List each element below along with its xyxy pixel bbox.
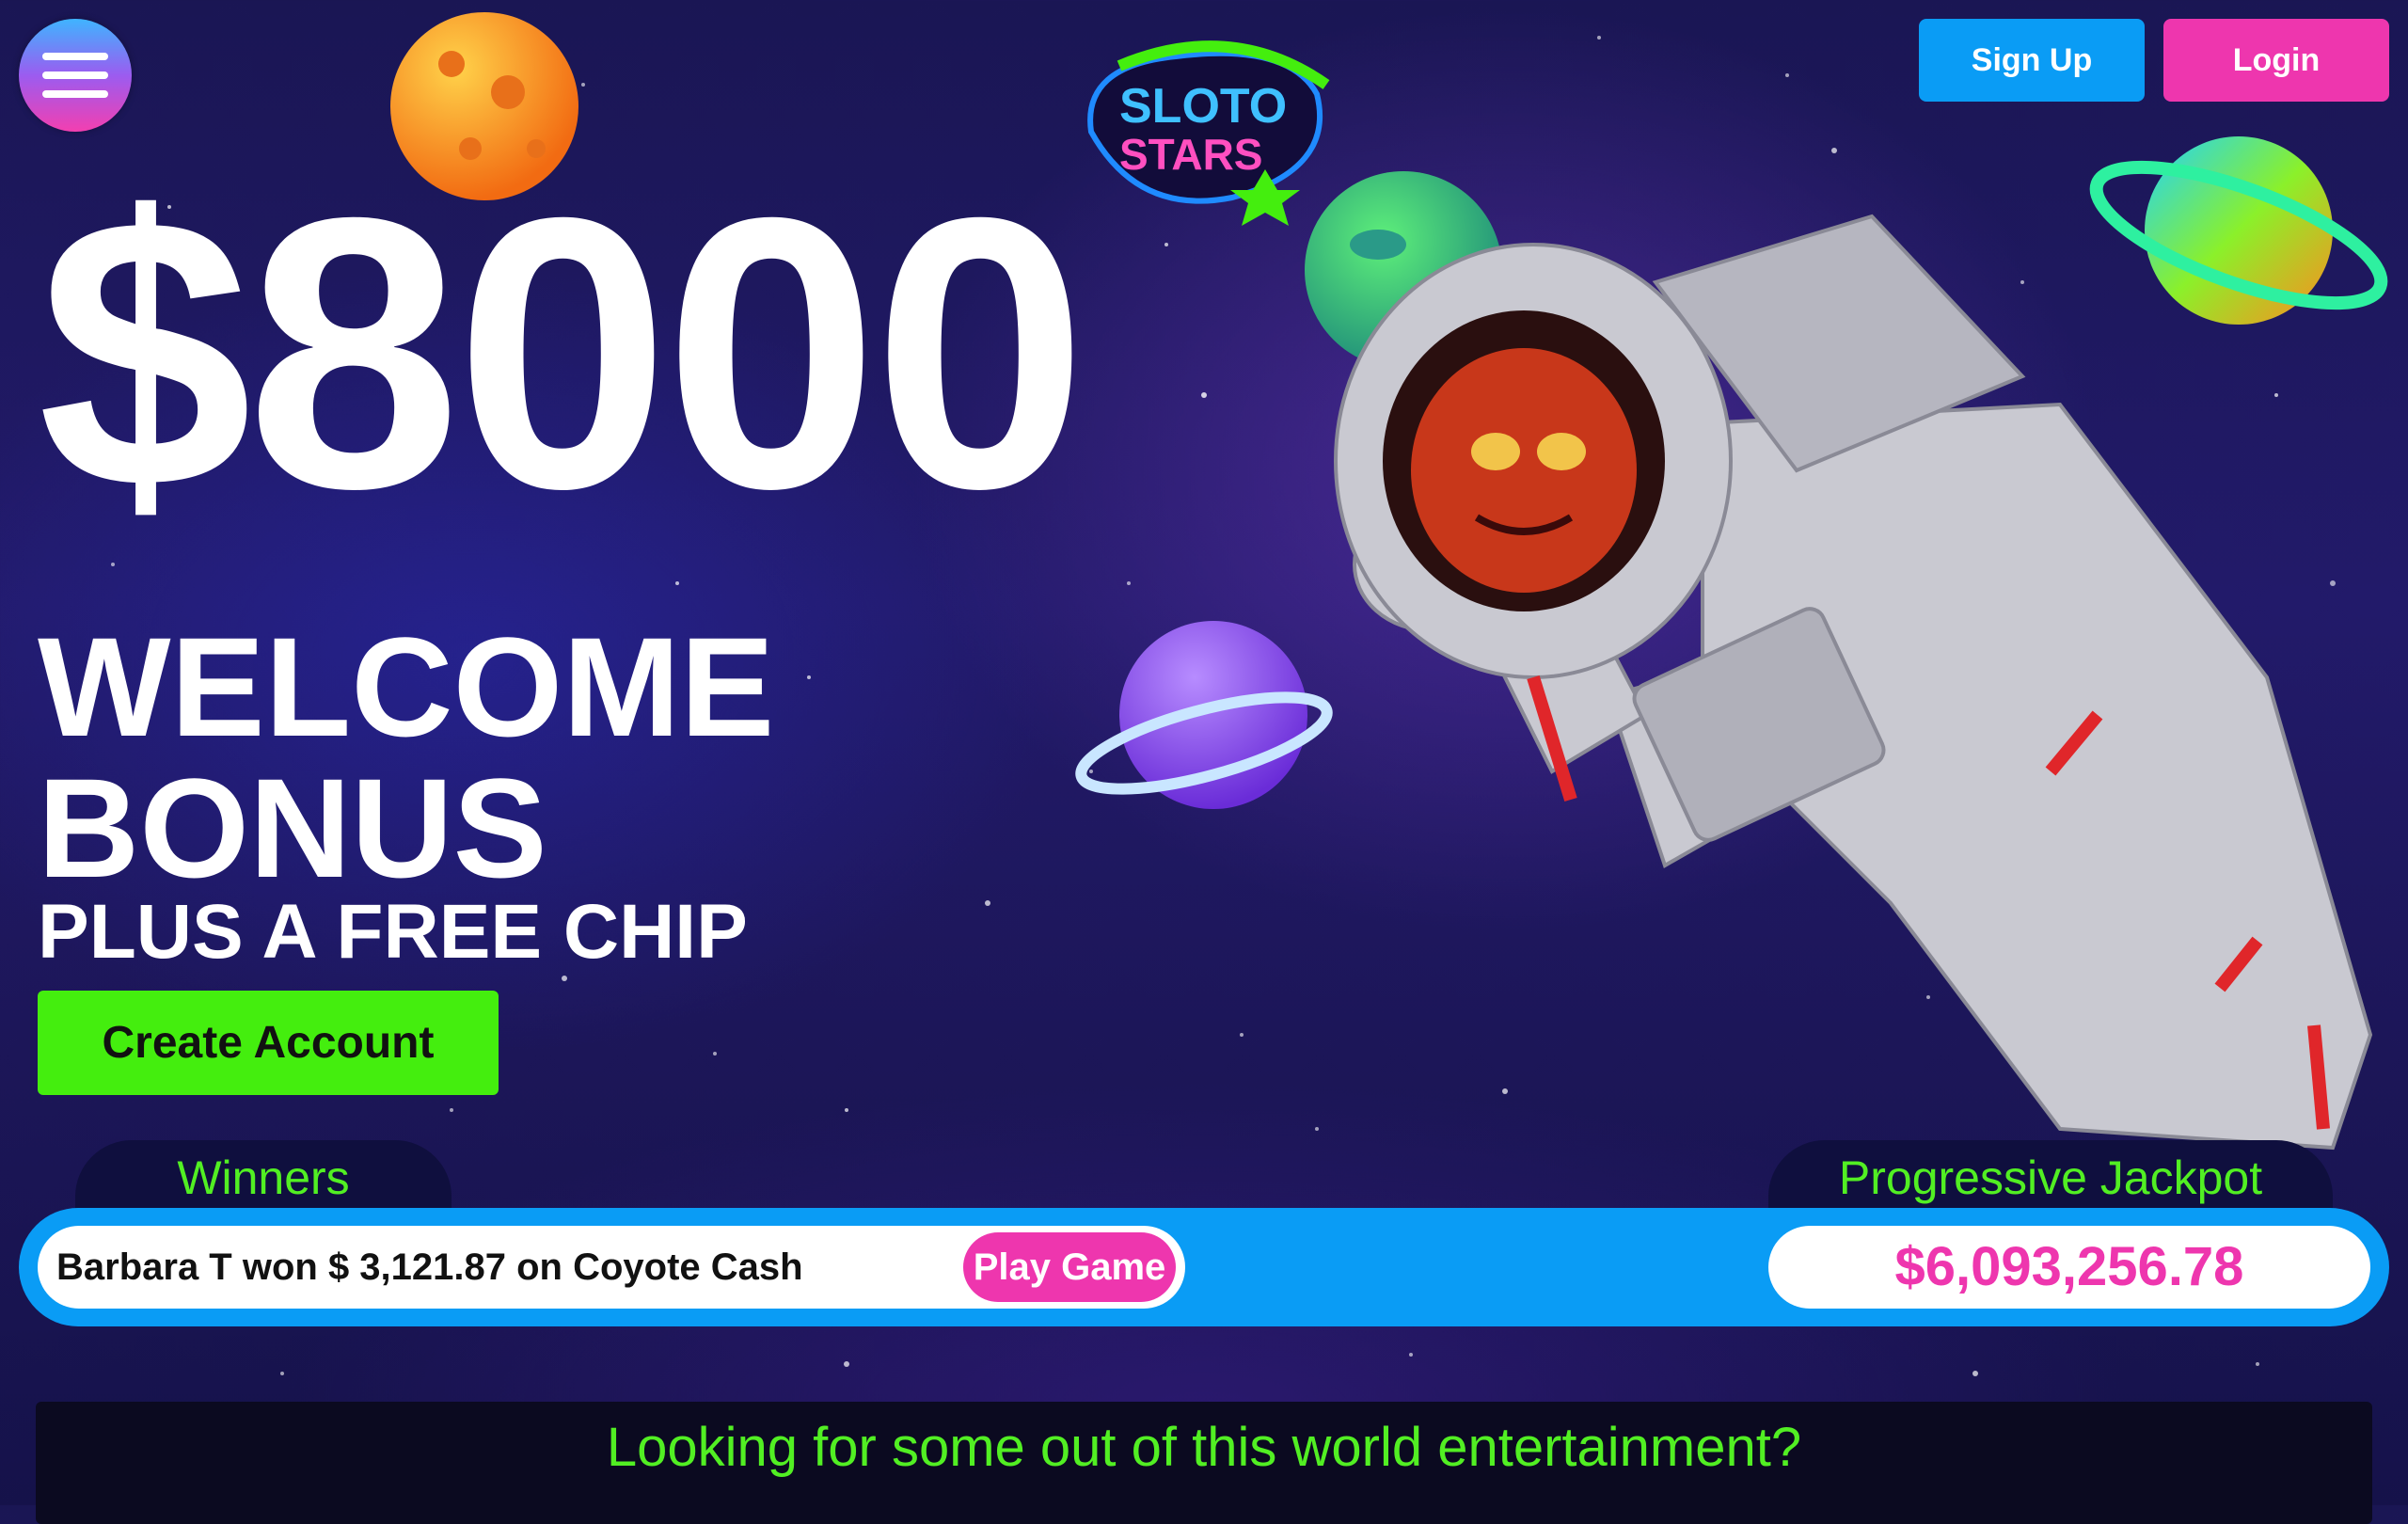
- hero-title-line2: BONUS: [38, 749, 547, 907]
- hamburger-menu-icon[interactable]: [19, 19, 132, 132]
- logo-text-line1: SLOTO: [1119, 79, 1287, 134]
- winner-text: Barbara T won $ 3,121.87 on Coyote Cash: [56, 1246, 803, 1288]
- login-button[interactable]: Login: [2163, 19, 2389, 102]
- bonus-amount: $8000: [38, 137, 1087, 568]
- logo-text-line2: STARS: [1119, 130, 1263, 179]
- jackpot-value: $6,093,256.78: [1894, 1236, 2244, 1297]
- hero-title: WELCOME BONUS: [38, 616, 774, 898]
- sloto-stars-logo[interactable]: SLOTO STARS: [1063, 28, 1345, 226]
- play-game-button[interactable]: Play Game: [963, 1232, 1176, 1302]
- sign-up-button[interactable]: Sign Up: [1919, 19, 2145, 102]
- astronaut-illustration: [1334, 214, 2373, 1151]
- jackpot-tab-label: Progressive Jackpot: [1768, 1140, 2333, 1215]
- create-account-button[interactable]: Create Account: [38, 991, 499, 1095]
- winners-tab-label: Winners: [75, 1140, 452, 1215]
- hero-subtitle: PLUS A FREE CHIP: [38, 889, 748, 975]
- section-heading: Looking for some out of this world enter…: [606, 1417, 1802, 1478]
- hero-title-line1: WELCOME: [38, 608, 775, 766]
